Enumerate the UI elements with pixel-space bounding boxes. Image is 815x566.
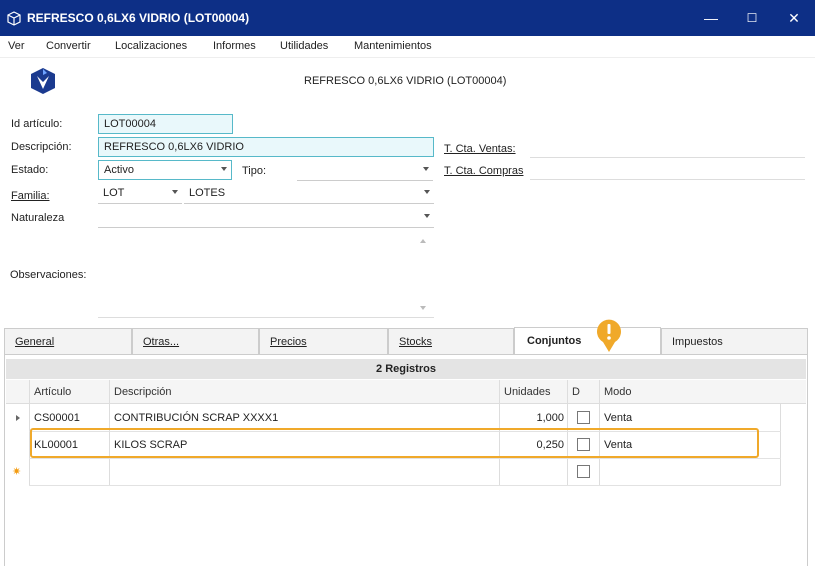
tab-label: Otras... bbox=[143, 336, 180, 348]
naturaleza-select[interactable] bbox=[98, 208, 434, 228]
column-header-unidades[interactable]: Unidades bbox=[504, 386, 550, 398]
tab-label: General bbox=[15, 336, 55, 348]
menu-localizaciones[interactable]: Localizaciones bbox=[115, 40, 187, 52]
menu-informes[interactable]: Informes bbox=[213, 40, 256, 52]
tab-bar: General Otras... Precios Stocks Conjunto… bbox=[4, 327, 808, 355]
familia-label[interactable]: Familia: bbox=[11, 190, 50, 202]
checkbox-d[interactable] bbox=[577, 411, 590, 424]
menu-mantenimientos[interactable]: Mantenimientos bbox=[354, 40, 432, 52]
cell-modo[interactable]: Venta bbox=[604, 412, 632, 424]
tab-impuestos[interactable]: Impuestos bbox=[661, 328, 808, 355]
descripcion-label: Descripción: bbox=[11, 141, 72, 153]
tipo-select[interactable] bbox=[297, 161, 433, 181]
tab-general[interactable]: General bbox=[4, 328, 132, 355]
familia-name-select[interactable]: LOTES bbox=[184, 184, 434, 204]
scroll-up-icon[interactable] bbox=[420, 239, 426, 243]
tab-label: Stocks bbox=[399, 336, 433, 348]
column-header-d[interactable]: D bbox=[572, 386, 580, 398]
tab-label: Precios bbox=[270, 336, 307, 348]
naturaleza-label: Naturaleza bbox=[11, 212, 65, 224]
chevron-down-icon bbox=[423, 167, 429, 171]
estado-value: Activo bbox=[104, 164, 134, 176]
observaciones-textarea[interactable] bbox=[98, 232, 434, 318]
tab-conjuntos[interactable]: Conjuntos bbox=[514, 327, 661, 355]
familia-code: LOT bbox=[103, 187, 125, 199]
tab-stocks[interactable]: Stocks bbox=[388, 328, 514, 355]
grid-header: Artículo Descripción Unidades D Modo bbox=[6, 380, 806, 404]
tab-precios[interactable]: Precios bbox=[259, 328, 388, 355]
cta-compras-label[interactable]: T. Cta. Compras bbox=[444, 165, 523, 177]
chevron-down-icon bbox=[424, 214, 430, 218]
app-logo-icon bbox=[31, 68, 55, 94]
observaciones-label: Observaciones: bbox=[10, 269, 87, 281]
menu-ver[interactable]: Ver bbox=[8, 40, 25, 52]
cta-ventas-field[interactable] bbox=[530, 157, 805, 158]
header-title: REFRESCO 0,6LX6 VIDRIO (LOT00004) bbox=[304, 75, 507, 87]
highlight-box bbox=[30, 428, 759, 458]
close-button[interactable]: ✕ bbox=[783, 8, 805, 28]
menu-utilidades[interactable]: Utilidades bbox=[280, 40, 328, 52]
column-header-modo[interactable]: Modo bbox=[604, 386, 632, 398]
menu-convertir[interactable]: Convertir bbox=[46, 40, 91, 52]
tab-label: Conjuntos bbox=[527, 335, 582, 347]
cta-compras-field[interactable] bbox=[530, 179, 805, 180]
record-count: 2 Registros bbox=[6, 359, 806, 379]
familia-code-select[interactable]: LOT bbox=[98, 184, 182, 204]
descripcion-input[interactable]: REFRESCO 0,6LX6 VIDRIO bbox=[98, 137, 434, 157]
minimize-button[interactable]: — bbox=[700, 8, 722, 28]
familia-name: LOTES bbox=[189, 187, 226, 199]
maximize-button[interactable]: ☐ bbox=[741, 8, 763, 28]
window-title: REFRESCO 0,6LX6 VIDRIO (LOT00004) bbox=[27, 11, 250, 25]
cta-ventas-label[interactable]: T. Cta. Ventas: bbox=[444, 143, 516, 155]
cell-descripcion[interactable]: CONTRIBUCIÓN SCRAP XXXX1 bbox=[114, 412, 278, 424]
chevron-down-icon bbox=[172, 190, 178, 194]
column-header-descripcion[interactable]: Descripción bbox=[114, 386, 171, 398]
cell-articulo[interactable]: CS00001 bbox=[34, 412, 80, 424]
id-label: Id artículo: bbox=[11, 118, 63, 130]
menu-bar: Ver Convertir Localizaciones Informes Ut… bbox=[0, 36, 815, 58]
id-input[interactable]: LOT00004 bbox=[98, 114, 233, 134]
checkbox-d[interactable] bbox=[577, 465, 590, 478]
chevron-down-icon bbox=[424, 190, 430, 194]
cell-unidades[interactable]: 1,000 bbox=[500, 412, 564, 424]
new-row-icon: ✷ bbox=[12, 466, 22, 478]
tipo-label: Tipo: bbox=[242, 165, 267, 177]
tab-otras[interactable]: Otras... bbox=[132, 328, 259, 355]
box-icon bbox=[7, 11, 21, 26]
title-bar: REFRESCO 0,6LX6 VIDRIO (LOT00004) — ☐ ✕ bbox=[0, 0, 815, 36]
estado-label: Estado: bbox=[11, 164, 49, 176]
estado-select[interactable]: Activo bbox=[98, 160, 232, 180]
grid-divider bbox=[29, 485, 781, 486]
new-row[interactable]: ✷ bbox=[6, 459, 781, 485]
column-header-articulo[interactable]: Artículo bbox=[34, 386, 71, 398]
chevron-down-icon bbox=[221, 167, 227, 171]
scroll-down-icon[interactable] bbox=[420, 306, 426, 310]
warning-marker-icon bbox=[597, 319, 621, 352]
current-row-icon bbox=[16, 415, 20, 421]
tab-label: Impuestos bbox=[672, 336, 723, 348]
